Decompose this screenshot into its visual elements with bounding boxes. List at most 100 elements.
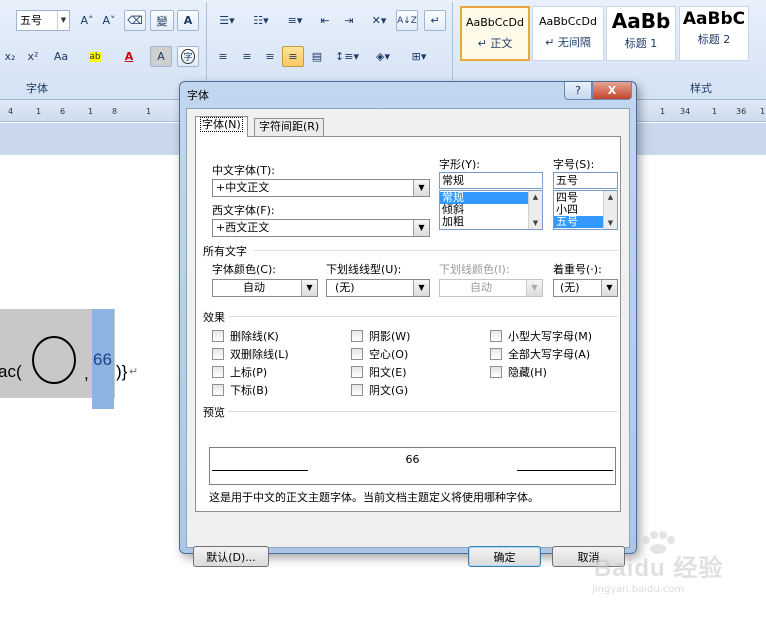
font-color-button[interactable]: A (114, 46, 144, 67)
enclose-char-icon: 字 (181, 49, 195, 64)
shrink-font-button[interactable]: A˅ (98, 10, 120, 31)
scroll-down-icon[interactable]: ▼ (529, 217, 542, 229)
chevron-down-icon[interactable]: ▼ (413, 220, 429, 236)
watermark-url: jingyan.baidu.com (592, 584, 685, 595)
highlight-button[interactable]: ab (80, 46, 110, 67)
distributed-icon: ▤ (311, 50, 323, 63)
chevron-down-icon[interactable]: ▼ (57, 11, 69, 30)
subscript-button[interactable]: x₂ (0, 46, 20, 67)
increase-indent-button[interactable]: ⇥ (338, 10, 360, 31)
list-item[interactable]: 加粗 (440, 216, 542, 228)
chinese-font-select[interactable]: +中文正文 ▼ (212, 179, 430, 197)
line-spacing-button[interactable]: ↕≡▾ (332, 46, 362, 67)
checkbox-box[interactable] (351, 384, 363, 396)
checkbox-label: 删除线(K) (230, 330, 279, 343)
borders-button[interactable]: ⊞▾ (402, 46, 436, 67)
char-shading-button[interactable]: A (150, 46, 172, 67)
outline-checkbox[interactable]: 空心(O) (351, 346, 408, 362)
font-size-list[interactable]: 四号 小四 五号 ▲ ▼ (553, 190, 618, 230)
hidden-checkbox[interactable]: 隐藏(H) (490, 364, 547, 380)
align-right-button[interactable]: ≡ (259, 46, 281, 67)
selected-text[interactable]: 66 (93, 350, 112, 370)
change-case-button[interactable]: Aa (46, 46, 76, 67)
clear-format-button[interactable]: ⌫ (124, 10, 146, 31)
scroll-up-icon[interactable]: ▲ (529, 191, 542, 203)
close-button[interactable]: X (592, 82, 632, 100)
checkbox-box[interactable] (351, 366, 363, 378)
font-color-select[interactable]: 自动 ▼ (212, 279, 318, 297)
checkbox-box[interactable] (212, 384, 224, 396)
style-tile[interactable]: AaBbC 标题 2 (679, 6, 749, 61)
checkbox-box[interactable] (212, 330, 224, 342)
checkbox-box[interactable] (212, 348, 224, 360)
multilevel-list-button[interactable]: ≡▾ (280, 10, 310, 31)
emboss-checkbox[interactable]: 阳文(E) (351, 364, 407, 380)
font-style-list-items: 常规 倾斜 加粗 (440, 191, 542, 228)
all-caps-checkbox[interactable]: 全部大写字母(A) (490, 346, 590, 362)
emphasis-mark-select[interactable]: (无) ▼ (553, 279, 618, 297)
engrave-checkbox[interactable]: 阴文(G) (351, 382, 408, 398)
ok-button[interactable]: 确定 (468, 546, 541, 567)
numbering-icon: ☷▾ (253, 14, 269, 27)
sort-button[interactable]: A↓Z (396, 10, 418, 31)
justify-button[interactable]: ≡ (282, 46, 304, 67)
align-center-button[interactable]: ≡ (236, 46, 258, 67)
checkbox-box[interactable] (351, 348, 363, 360)
align-left-button[interactable]: ≡ (212, 46, 234, 67)
superscript-button[interactable]: x² (22, 46, 44, 67)
tab-font[interactable]: 字体(N) (195, 116, 248, 137)
align-left-icon: ≡ (218, 50, 228, 63)
font-style-list[interactable]: 常规 倾斜 加粗 ▲ ▼ (439, 190, 543, 230)
chevron-down-icon[interactable]: ▼ (413, 280, 429, 296)
checkbox-box[interactable] (490, 366, 502, 378)
small-caps-checkbox[interactable]: 小型大写字母(M) (490, 328, 592, 344)
chevron-down-icon[interactable]: ▼ (601, 280, 617, 296)
shading-button[interactable]: ◈▾ (366, 46, 400, 67)
double-strikethrough-checkbox[interactable]: 双删除线(L) (212, 346, 289, 362)
borders-icon: ⊞▾ (411, 50, 427, 63)
checkbox-box[interactable] (490, 348, 502, 360)
font-size-input[interactable]: 五号 (553, 172, 618, 189)
char-border-button[interactable]: A (177, 10, 199, 31)
tab-char-spacing[interactable]: 字符间距(R) (254, 118, 325, 136)
enclosing-circle-icon (32, 336, 76, 384)
checkbox-box[interactable] (212, 366, 224, 378)
style-tile[interactable]: AaBbCcDd ↵ 正文 (460, 6, 530, 61)
scroll-down-icon[interactable]: ▼ (604, 217, 617, 229)
font-size-value: 五号 (20, 14, 42, 27)
show-marks-button[interactable]: ↵ (424, 10, 446, 31)
distributed-button[interactable]: ▤ (306, 46, 328, 67)
font-size-combo[interactable]: 五号 ▼ (16, 10, 70, 31)
underline-style-select[interactable]: (无) ▼ (326, 279, 430, 297)
font-style-scrollbar[interactable]: ▲ ▼ (528, 191, 542, 229)
asian-layout-button[interactable]: ✕▾ (364, 10, 394, 31)
strikethrough-checkbox[interactable]: 删除线(K) (212, 328, 279, 344)
style-tile[interactable]: AaBb 标题 1 (606, 6, 676, 61)
shadow-checkbox[interactable]: 阴影(W) (351, 328, 410, 344)
grow-font-button[interactable]: A˄ (76, 10, 98, 31)
checkbox-box[interactable] (490, 330, 502, 342)
subscript-icon: x₂ (4, 50, 16, 63)
chevron-down-icon[interactable]: ▼ (301, 280, 317, 296)
font-size-scrollbar[interactable]: ▲ ▼ (603, 191, 617, 229)
chevron-down-icon[interactable]: ▼ (413, 180, 429, 196)
superscript-checkbox[interactable]: 上标(P) (212, 364, 267, 380)
set-default-button[interactable]: 默认(D)... (193, 546, 269, 567)
style-tile[interactable]: AaBbCcDd ↵ 无间隔 (532, 6, 604, 61)
field-code-text[interactable]: ac( (0, 362, 22, 382)
bullets-button[interactable]: ☰▾ (212, 10, 242, 31)
western-font-select[interactable]: +西文正文 ▼ (212, 219, 430, 237)
scroll-up-icon[interactable]: ▲ (604, 191, 617, 203)
preview-section-label: 预览 (203, 406, 225, 419)
font-style-input[interactable]: 常规 (439, 172, 543, 189)
style-sample: AaBb (611, 9, 671, 33)
checkbox-box[interactable] (351, 330, 363, 342)
help-button[interactable]: ? (564, 82, 592, 100)
phonetic-guide-button[interactable]: 變 (150, 10, 174, 31)
numbering-button[interactable]: ☷▾ (246, 10, 276, 31)
ruler-tick-label: 1 (712, 107, 718, 116)
subscript-checkbox[interactable]: 下标(B) (212, 382, 268, 398)
decrease-indent-button[interactable]: ⇤ (314, 10, 336, 31)
enclose-char-button[interactable]: 字 (177, 46, 199, 67)
highlighter-icon: ab (89, 51, 101, 62)
